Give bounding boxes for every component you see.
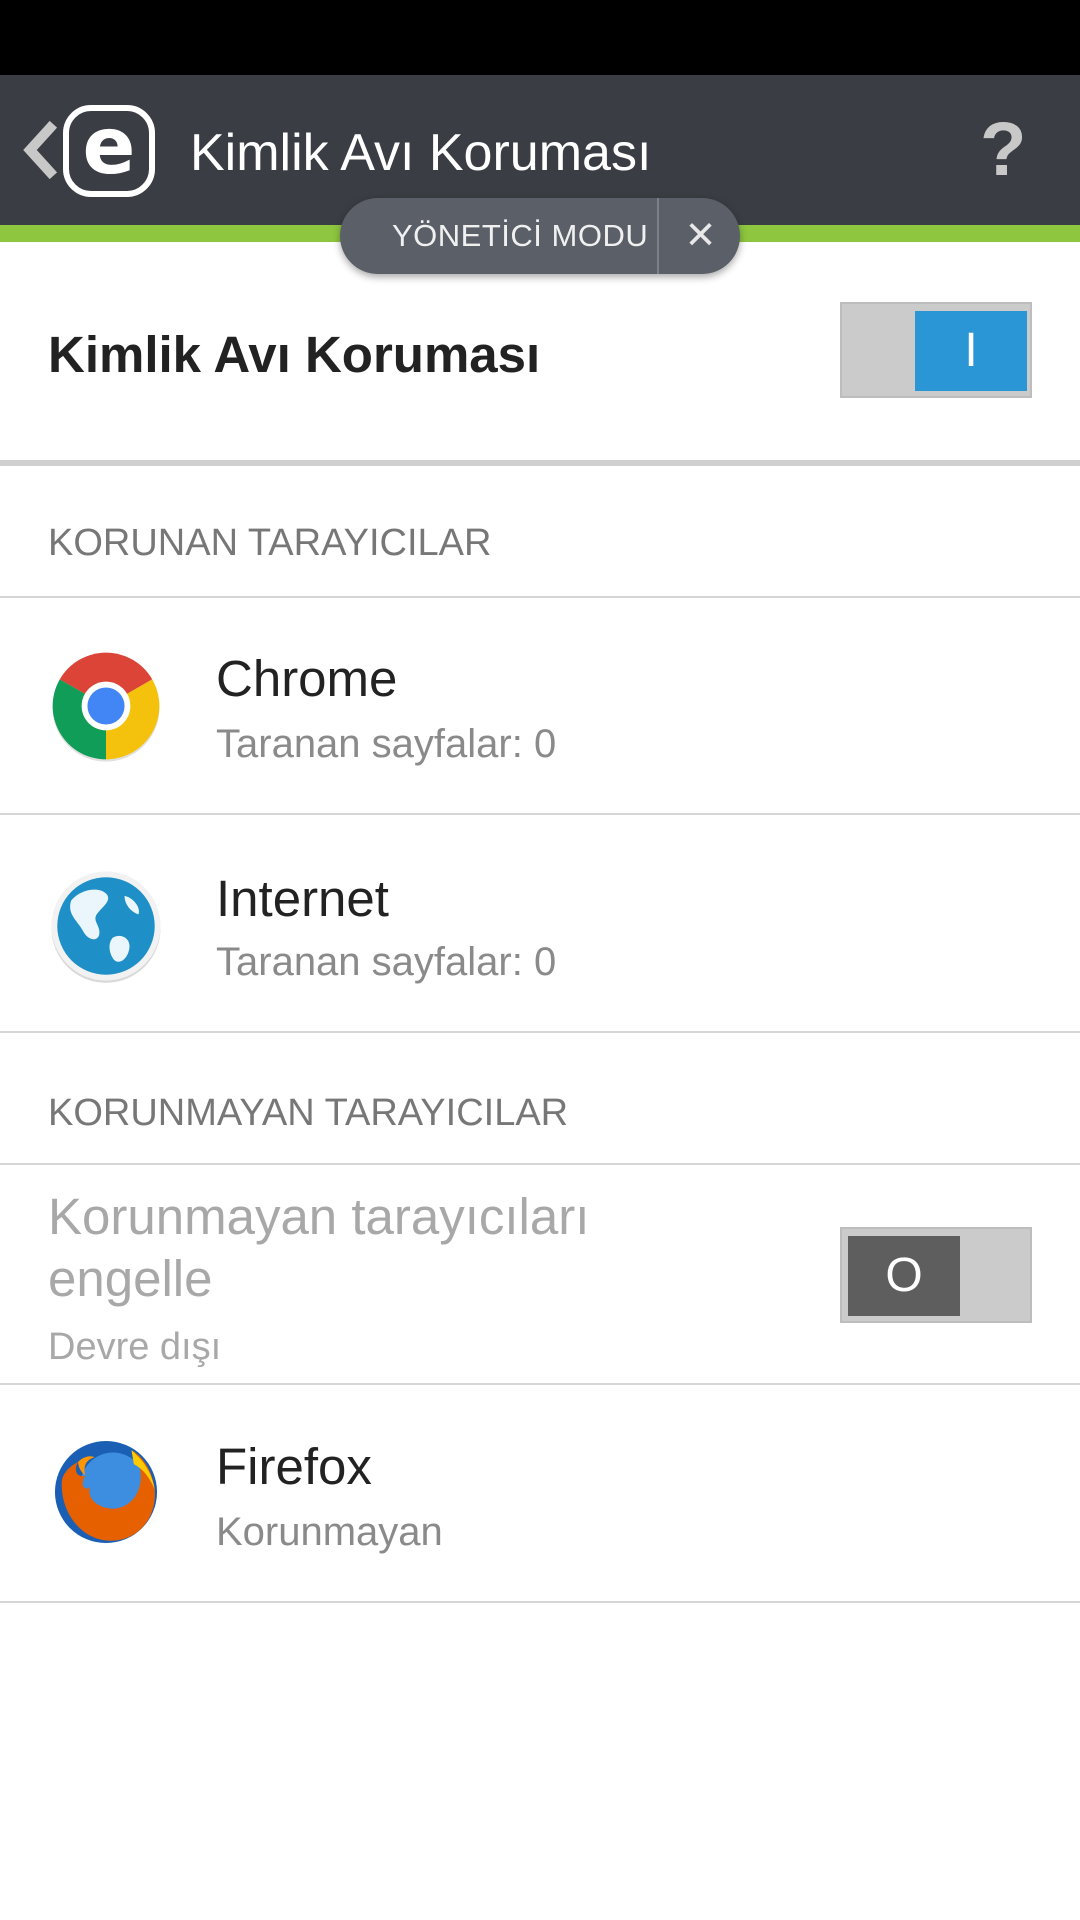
divider <box>0 1031 1080 1033</box>
browser-status-firefox: Korunmayan <box>216 1510 443 1554</box>
logo-letter: e <box>82 102 136 192</box>
globe-icon <box>51 871 161 983</box>
toggle-knob-off: O <box>848 1236 960 1316</box>
app-logo-icon[interactable]: e <box>63 105 155 197</box>
admin-mode-pill[interactable]: YÖNETİCİ MODU ✕ <box>340 198 740 274</box>
browser-name-internet: Internet <box>216 870 389 927</box>
chrome-icon <box>52 652 160 762</box>
block-unprotected-toggle[interactable]: O <box>840 1227 1032 1323</box>
section-header-protected: KORUNAN TARAYICILAR <box>48 522 492 564</box>
admin-mode-separator <box>657 198 659 274</box>
section-header-unprotected: KORUNMAYAN TARAYICILAR <box>48 1092 569 1134</box>
firefox-icon <box>54 1440 158 1544</box>
divider <box>0 460 1080 466</box>
divider <box>0 813 1080 815</box>
block-unprotected-label: Korunmayan tarayıcıları engelle <box>48 1188 590 1307</box>
block-unprotected-status: Devre dışı <box>48 1326 222 1368</box>
status-bar <box>0 0 1080 75</box>
toggle-knob-on: I <box>915 311 1027 391</box>
browser-status-chrome: Taranan sayfalar: 0 <box>216 722 557 766</box>
close-icon[interactable]: ✕ <box>673 198 728 274</box>
main-switch-label: Kimlik Avı Koruması <box>48 326 541 383</box>
divider <box>0 1163 1080 1165</box>
page-title: Kimlik Avı Koruması <box>190 124 652 182</box>
question-mark-icon[interactable]: ? <box>980 110 1026 190</box>
admin-mode-label[interactable]: YÖNETİCİ MODU <box>392 198 648 274</box>
chevron-left-icon[interactable] <box>18 110 58 190</box>
browser-name-firefox: Firefox <box>216 1438 372 1495</box>
browser-status-internet: Taranan sayfalar: 0 <box>216 940 557 984</box>
divider <box>0 1383 1080 1385</box>
main-switch-toggle[interactable]: I <box>840 302 1032 398</box>
divider <box>0 1601 1080 1603</box>
divider <box>0 596 1080 598</box>
browser-name-chrome: Chrome <box>216 650 398 707</box>
